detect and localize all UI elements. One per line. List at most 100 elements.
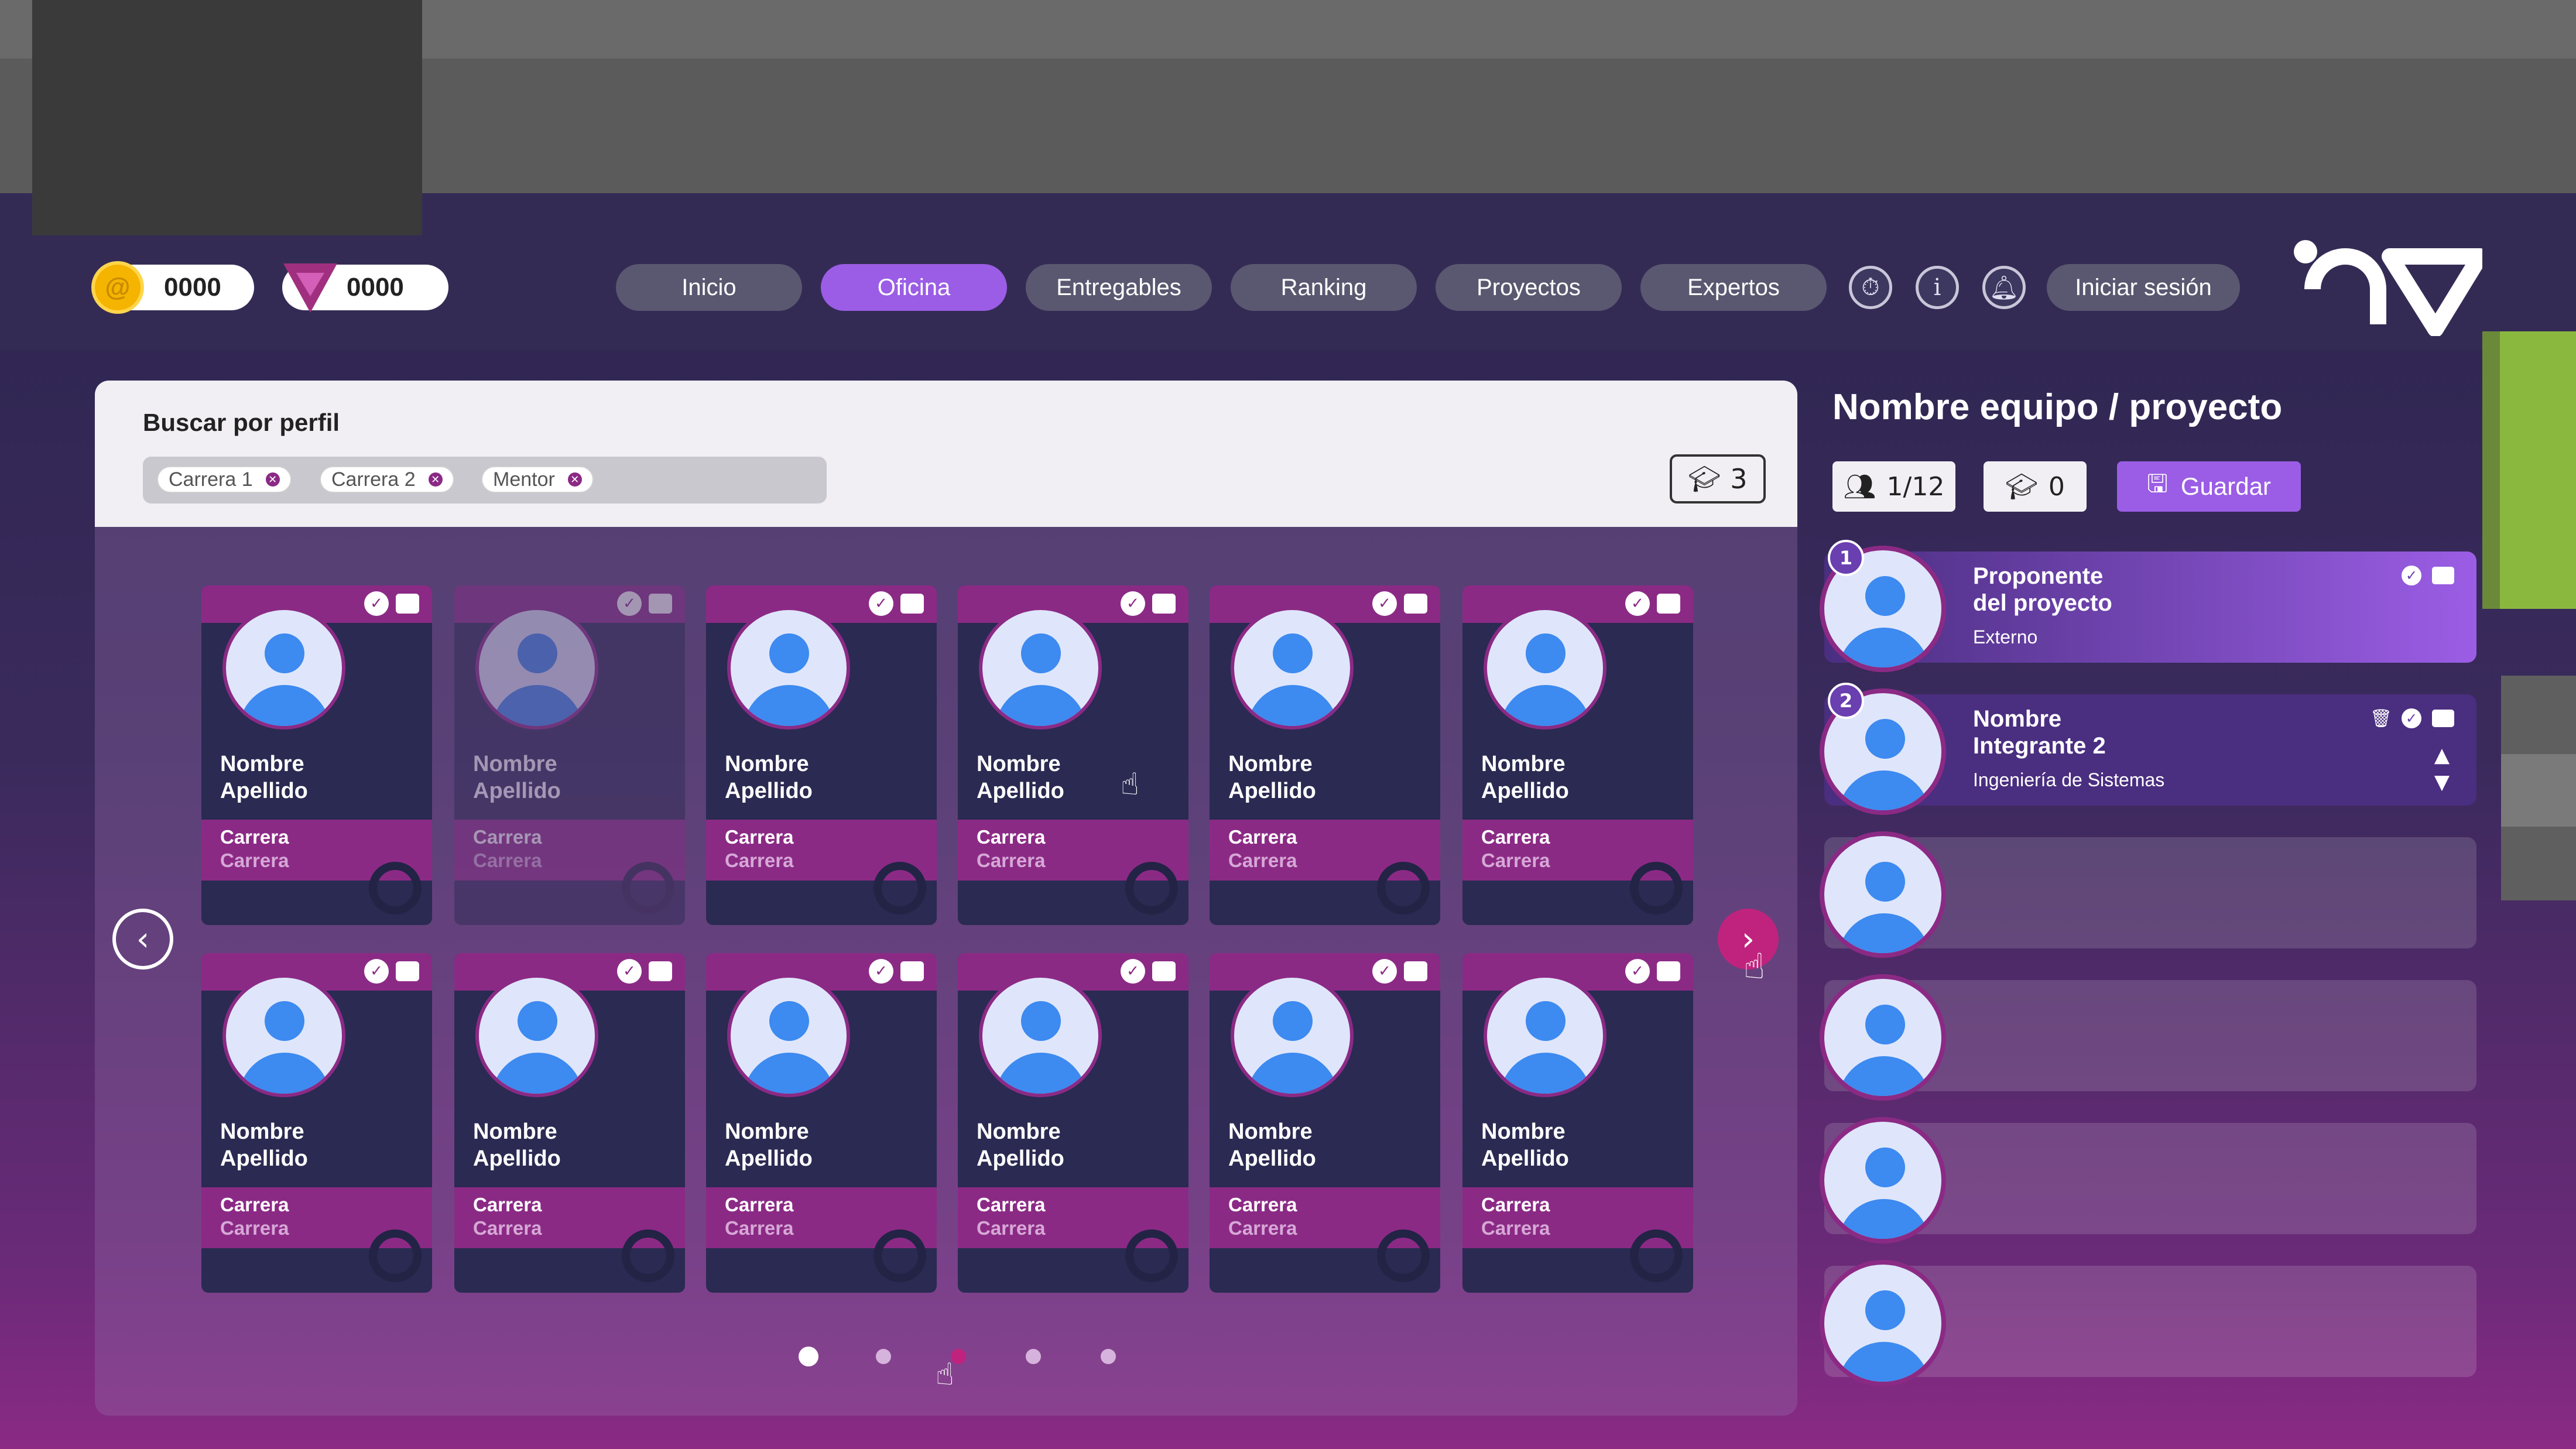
first-name: Nombre: [977, 1119, 1061, 1144]
verified-icon: ✓: [1372, 591, 1397, 616]
nav-ranking[interactable]: Ranking: [1231, 264, 1417, 311]
chip-carrera-1[interactable]: Carrera 1 ✕: [157, 466, 292, 493]
nav-entregables[interactable]: Entregables: [1026, 264, 1212, 311]
search-title: Buscar por perfil: [143, 409, 340, 436]
briefcase-icon: [900, 594, 924, 614]
member-line2: Integrante 2: [1973, 733, 2106, 759]
graduation-cap-icon: 🎓︎: [1688, 464, 1721, 494]
card-name: Nombre Apellido: [725, 751, 813, 804]
card-name: Nombre Apellido: [1481, 751, 1569, 804]
placeholder-box: [32, 0, 422, 235]
chevron-left-icon: ‹: [136, 920, 150, 958]
profile-card[interactable]: ✓ Nombre Apellido Carrera Carrera: [201, 953, 432, 1293]
member-line2: del proyecto: [1973, 590, 2112, 616]
member-line1: Proponente: [1973, 563, 2104, 589]
card-name: Nombre Apellido: [977, 751, 1064, 804]
career-primary: Carrera: [1481, 826, 1550, 848]
avatar: [1231, 607, 1354, 729]
briefcase-icon: [1404, 961, 1427, 981]
member-sub: Ingeniería de Sistemas: [1973, 769, 2165, 790]
profile-card[interactable]: ✓ Nombre Apellido Carrera Carrera: [1462, 585, 1693, 925]
save-button[interactable]: 🖫 Guardar: [2117, 461, 2301, 512]
nav-inicio[interactable]: Inicio: [616, 264, 802, 311]
nav-expertos[interactable]: Expertos: [1640, 264, 1827, 311]
card-name: Nombre Apellido: [725, 1118, 813, 1172]
members-count: 1/12: [1886, 471, 1945, 502]
profile-card[interactable]: ✓ Nombre Apellido Carrera Carrera: [706, 953, 937, 1293]
nav-oficina[interactable]: Oficina: [821, 264, 1007, 311]
profile-card[interactable]: ✓ Nombre Apellido Carrera Carrera: [201, 585, 432, 925]
remove-icon[interactable]: ✕: [567, 472, 582, 487]
edge-bar-gray-mid: [2501, 754, 2576, 827]
member-line1: Nombre: [1973, 706, 2062, 732]
verified-icon: ✓: [364, 959, 389, 984]
prev-page-button[interactable]: ‹: [112, 909, 173, 970]
team-member-proponent[interactable]: 1 Proponente del proyecto Externo ✓: [1820, 540, 2476, 672]
briefcase-icon: [396, 961, 419, 981]
move-up-icon[interactable]: ▲: [2427, 744, 2457, 767]
triangle-gem-icon: [283, 263, 337, 313]
timer-icon[interactable]: ⏱: [1849, 266, 1892, 309]
info-icon[interactable]: i: [1916, 266, 1959, 309]
profile-card[interactable]: ✓ Nombre Apellido Carrera Carrera: [1210, 953, 1440, 1293]
career-secondary: Carrera: [1228, 849, 1297, 871]
profile-card[interactable]: ✓ Nombre Apellido Carrera Carrera: [958, 953, 1188, 1293]
avatar: [1820, 1117, 1946, 1244]
empty-member-slot[interactable]: [1820, 1117, 2476, 1244]
trash-icon[interactable]: 🗑︎: [2370, 708, 2392, 729]
card-name: Nombre Apellido: [1228, 1118, 1316, 1172]
mentor-count: 3: [1730, 463, 1748, 495]
profile-card[interactable]: ✓ Nombre Apellido Carrera Carrera: [706, 585, 937, 925]
decorative-shape: [369, 862, 422, 914]
coin-icon: @: [91, 261, 144, 314]
briefcase-icon: [1152, 594, 1176, 614]
chip-mentor[interactable]: Mentor ✕: [481, 466, 594, 493]
chip-label: Carrera 1: [169, 468, 253, 491]
profile-card[interactable]: ✓ Nombre Apellido Carrera Carrera: [1210, 585, 1440, 925]
career-primary: Carrera: [725, 1194, 794, 1215]
last-name: Apellido: [977, 1146, 1064, 1171]
page-dot[interactable]: [876, 1349, 891, 1364]
page-dot[interactable]: [799, 1347, 818, 1366]
profile-card[interactable]: ✓ Nombre Apellido Carrera Carrera: [1462, 953, 1693, 1293]
team-member-2[interactable]: 2 Nombre Integrante 2 Ingeniería de Sist…: [1820, 683, 2476, 815]
verified-icon: ✓: [1625, 959, 1650, 984]
decorative-shape: [1630, 862, 1683, 914]
page-dot[interactable]: [1101, 1349, 1116, 1364]
career-secondary: Carrera: [725, 1217, 794, 1239]
mentor-count-badge[interactable]: 🎓︎ 3: [1670, 454, 1766, 503]
first-name: Nombre: [1228, 752, 1313, 776]
mentors-count: 0: [2048, 471, 2065, 502]
empty-member-slot[interactable]: [1820, 974, 2476, 1101]
card-name: Nombre Apellido: [1481, 1118, 1569, 1172]
career-secondary: Carrera: [977, 849, 1046, 871]
verified-icon: ✓: [617, 959, 642, 984]
remove-icon[interactable]: ✕: [265, 472, 280, 487]
chip-carrera-2[interactable]: Carrera 2 ✕: [320, 466, 454, 493]
avatar: [727, 974, 850, 1097]
profile-card[interactable]: ✓ Nombre Apellido Carrera Carrera: [958, 585, 1188, 925]
bell-icon[interactable]: 🔔︎: [1982, 266, 2026, 309]
decorative-shape: [1377, 862, 1430, 914]
decorative-shape: [873, 862, 926, 914]
briefcase-icon: [1657, 961, 1680, 981]
empty-member-slot[interactable]: [1820, 831, 2476, 958]
briefcase-icon: [900, 961, 924, 981]
last-name: Apellido: [1228, 1146, 1316, 1171]
cursor-hand-icon: ☝: [936, 1357, 954, 1392]
avatar: [475, 607, 598, 729]
page-dot[interactable]: [1026, 1349, 1041, 1364]
last-name: Apellido: [1228, 779, 1316, 803]
login-button[interactable]: Iniciar sesión: [2047, 264, 2240, 311]
nav-proyectos[interactable]: Proyectos: [1436, 264, 1622, 311]
remove-icon[interactable]: ✕: [428, 472, 443, 487]
verified-icon: ✓: [2402, 708, 2421, 728]
empty-member-slot[interactable]: [1820, 1260, 2476, 1386]
avatar: [979, 974, 1102, 1097]
cursor-hand-icon: ☝: [1743, 946, 1765, 987]
profile-card[interactable]: ✓ Nombre Apellido Carrera Carrera: [454, 585, 685, 925]
move-down-icon[interactable]: ▼: [2427, 770, 2457, 794]
briefcase-icon: [2432, 710, 2454, 727]
decorative-shape: [1630, 1229, 1683, 1282]
profile-card[interactable]: ✓ Nombre Apellido Carrera Carrera: [454, 953, 685, 1293]
